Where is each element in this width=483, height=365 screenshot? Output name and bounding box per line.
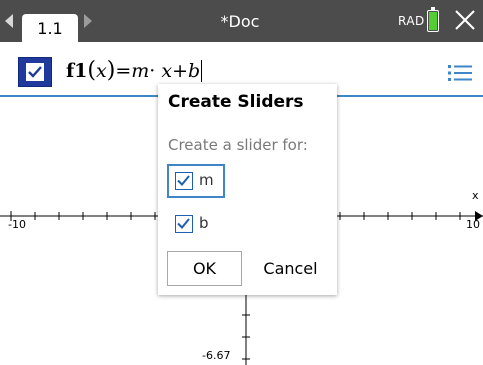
function-visibility-checkbox[interactable]: [18, 57, 52, 87]
x-min-label: -10: [8, 218, 26, 231]
x-axis-name: x: [472, 189, 479, 202]
x-max-label: 10: [466, 218, 480, 231]
battery-icon: [427, 7, 439, 32]
document-title: *Doc: [220, 12, 260, 31]
checkmark-icon: [177, 218, 190, 229]
y-min-label: -6.67: [202, 349, 231, 362]
function-name: f1: [66, 60, 88, 82]
checkmark-icon: [28, 66, 42, 78]
next-page-arrow-icon[interactable]: [84, 14, 92, 28]
function-expression-input[interactable]: f1(x)=m· x+b​: [66, 58, 203, 83]
multiply-dot: ·: [149, 60, 156, 82]
plus-sign: +: [172, 60, 188, 82]
text-cursor: ​: [201, 60, 203, 82]
equals-sign: =: [115, 60, 132, 82]
menu-list-icon[interactable]: [448, 64, 472, 82]
term-x: x: [161, 60, 173, 82]
cancel-button[interactable]: Cancel: [253, 251, 328, 286]
term-b: b: [188, 60, 201, 82]
slider-option-m-label: m: [199, 171, 214, 189]
top-bar: 1.1 *Doc RAD: [0, 0, 483, 42]
close-icon[interactable]: [453, 8, 477, 32]
dialog-subtitle: Create a slider for:: [168, 136, 308, 154]
previous-page-arrow-icon[interactable]: [5, 14, 13, 28]
slider-option-b-checkbox[interactable]: [175, 215, 193, 233]
ok-button[interactable]: OK: [167, 251, 242, 286]
create-sliders-dialog: Create Sliders Create a slider for: m b …: [158, 84, 337, 295]
slider-option-m-checkbox[interactable]: [175, 172, 193, 190]
dialog-title: Create Sliders: [168, 92, 304, 112]
angle-mode-indicator: RAD: [398, 14, 425, 28]
tab-label: 1.1: [37, 19, 63, 38]
term-m: m: [131, 60, 150, 82]
tab-page-1-1[interactable]: 1.1: [22, 14, 78, 42]
checkmark-icon: [177, 175, 190, 186]
slider-option-b-label: b: [199, 214, 209, 232]
function-arg: x: [96, 60, 107, 82]
